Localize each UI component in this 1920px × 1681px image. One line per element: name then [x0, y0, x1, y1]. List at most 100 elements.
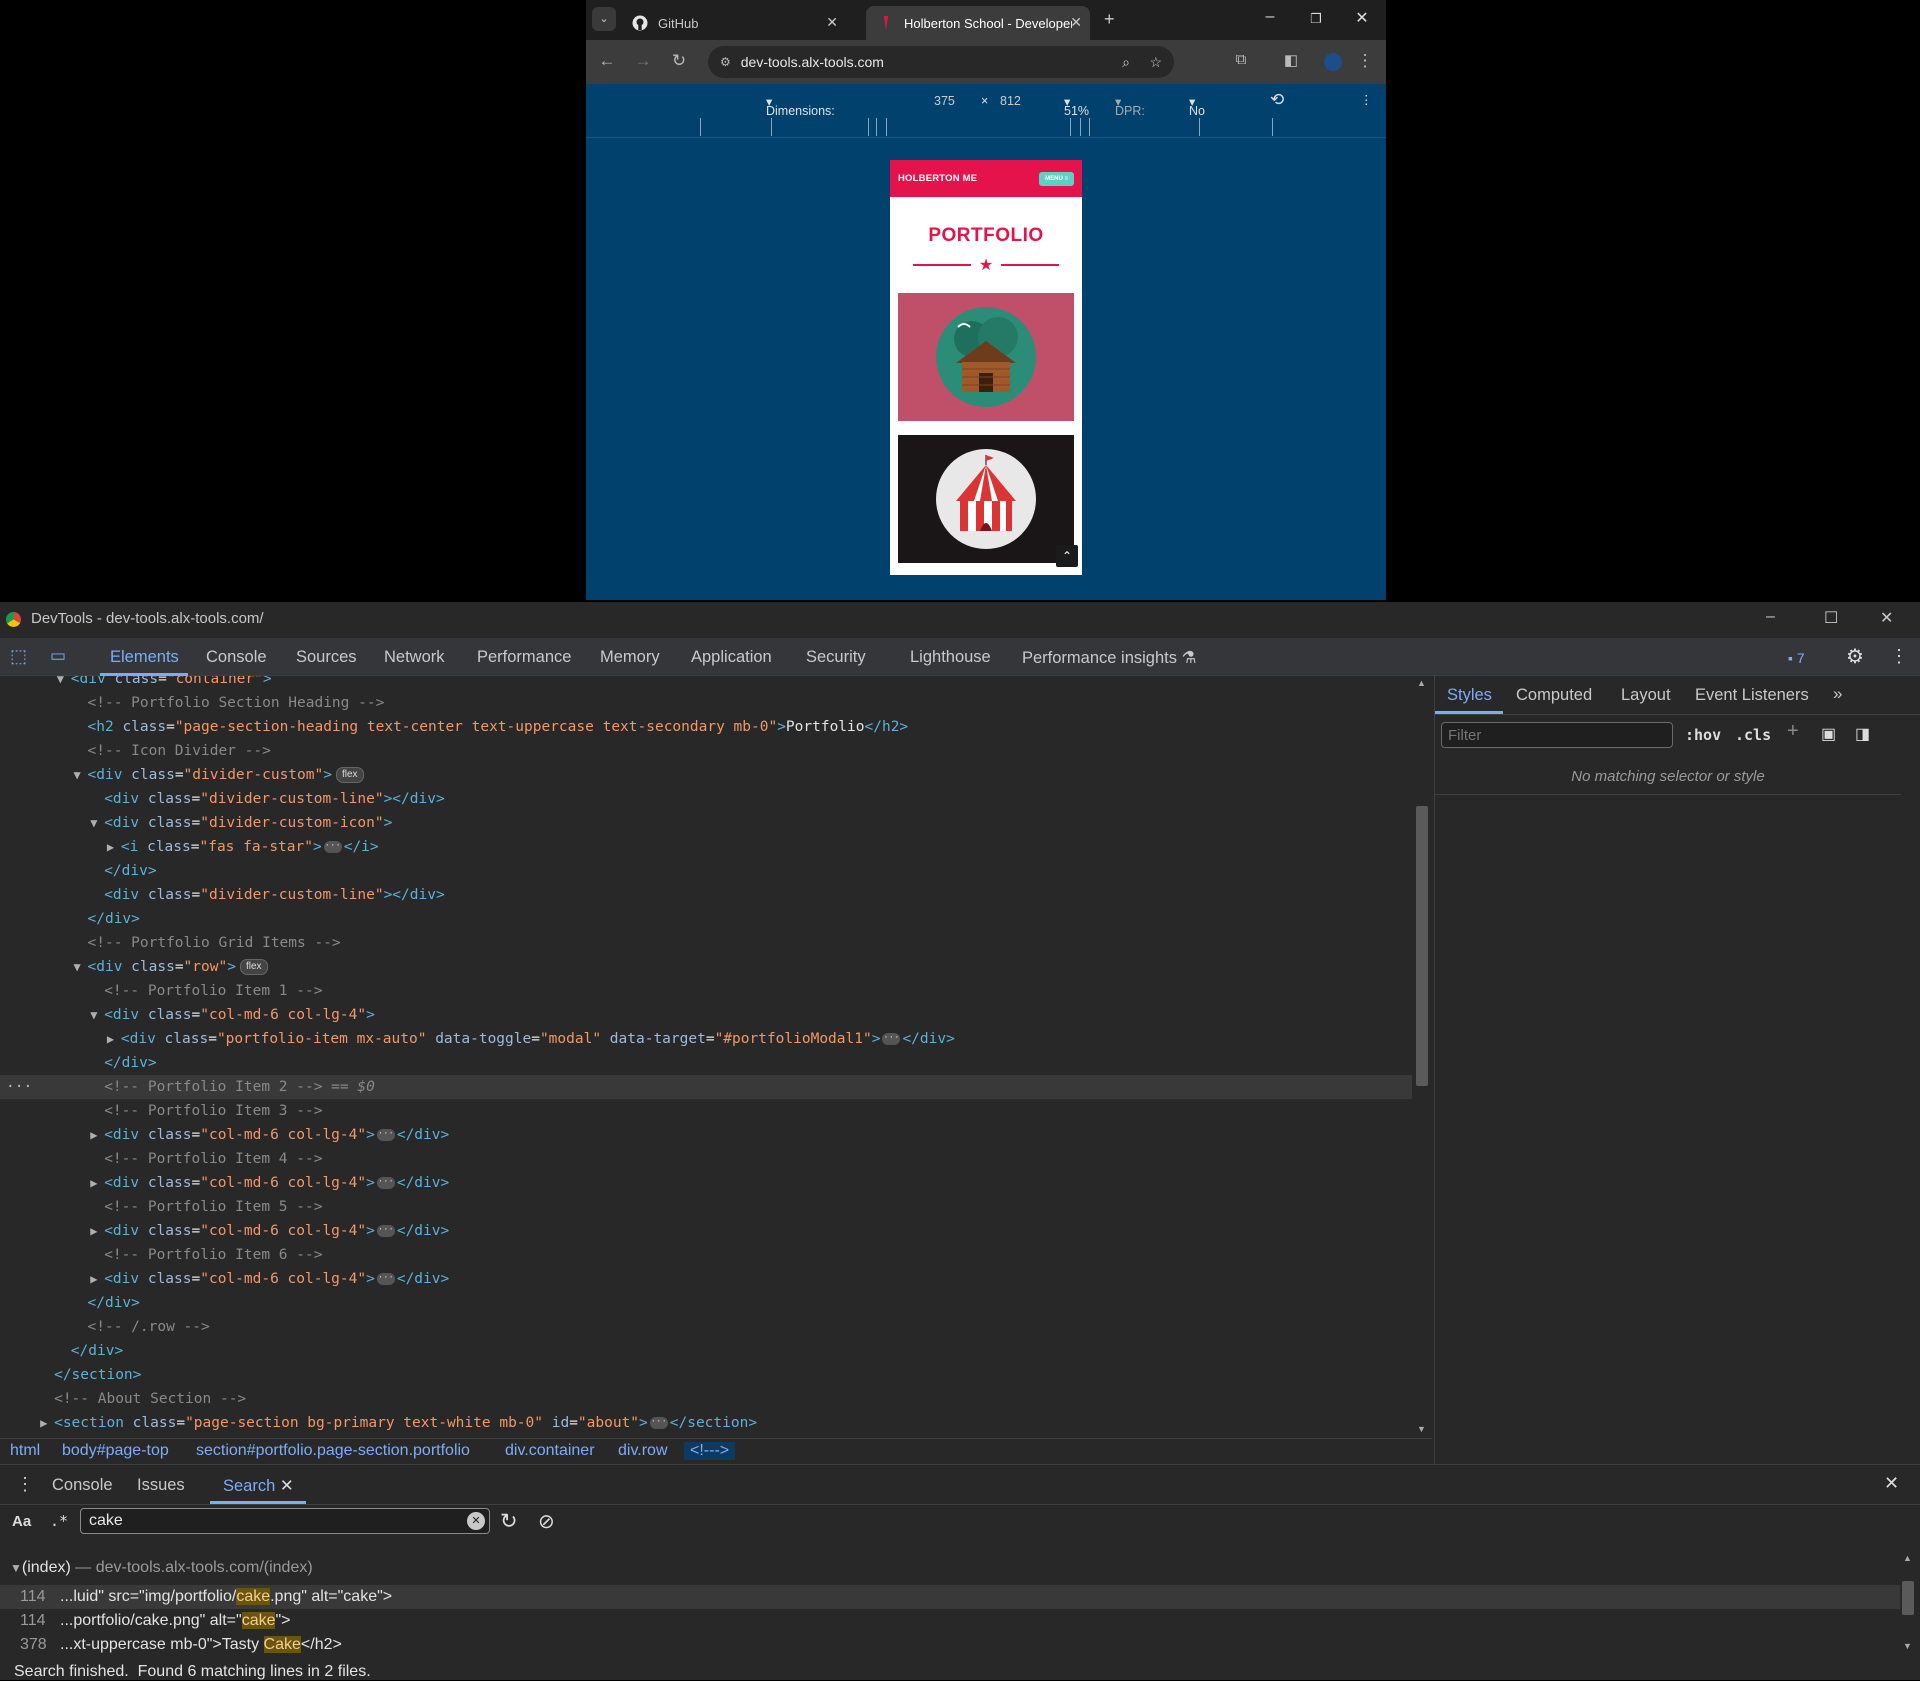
expand-triangle-icon[interactable]: ▶ — [107, 1027, 114, 1051]
restore-icon[interactable]: ❐ — [1304, 11, 1328, 27]
dom-node-line[interactable]: ▼ <div class="row"> flex — [0, 955, 1412, 979]
expand-triangle-icon[interactable]: ▼ — [74, 763, 81, 787]
maximize-icon[interactable]: ☐ — [1824, 608, 1838, 628]
new-style-rule-icon[interactable]: + — [1787, 720, 1799, 743]
tab-application[interactable]: Application — [691, 648, 772, 667]
dom-node-line[interactable]: <!-- Portfolio Section Heading --> — [0, 691, 1412, 715]
clear-results-icon[interactable]: ⊘ — [538, 1509, 555, 1534]
minimize-icon[interactable]: – — [1766, 608, 1775, 626]
tab-performance-insights[interactable]: Performance insights ⚗ — [1022, 648, 1196, 668]
breadcrumb-item[interactable]: html — [10, 1442, 40, 1460]
close-drawer-icon[interactable]: ✕ — [1884, 1473, 1899, 1494]
dom-node-line[interactable]: <h2 class="page-section-heading text-cen… — [0, 715, 1412, 739]
expand-triangle-icon[interactable]: ▶ — [90, 1219, 97, 1243]
regex-toggle[interactable]: .* — [50, 1512, 68, 1530]
dom-node-line[interactable]: ▶ <div class="portfolio-item mx-auto" dat… — [0, 1027, 1412, 1051]
tab-memory[interactable]: Memory — [600, 648, 660, 667]
more-tabs-icon[interactable]: » — [1833, 684, 1842, 704]
dom-node-line[interactable]: ▶ <div class="col-md-6 col-lg-4"> ··· </div… — [0, 1267, 1412, 1291]
device-more-icon[interactable]: ⋮ — [1360, 92, 1373, 107]
match-case-toggle[interactable]: Aa — [12, 1513, 31, 1530]
tab-search-icon[interactable]: ⌄ — [592, 7, 616, 31]
scrollbar-thumb[interactable] — [1416, 806, 1428, 1086]
portfolio-item-cabin[interactable] — [898, 293, 1074, 421]
expand-triangle-icon[interactable]: ▶ — [90, 1267, 97, 1291]
tab-layout[interactable]: Layout — [1621, 686, 1671, 705]
dom-node-line[interactable]: <!-- Portfolio Item 3 --> — [0, 1099, 1412, 1123]
reload-icon[interactable]: ↻ — [668, 51, 690, 71]
breadcrumb-item[interactable]: <!---> — [684, 1442, 736, 1460]
zoom-icon[interactable]: ⌕ — [1122, 54, 1130, 71]
close-window-icon[interactable]: ✕ — [1880, 608, 1893, 628]
results-scrollbar[interactable]: ▲ ▼ — [1900, 1553, 1916, 1653]
dom-node-line[interactable]: </div> — [0, 907, 1412, 931]
toggle-sidebar-icon[interactable]: ◨ — [1855, 724, 1870, 744]
dom-node-line[interactable]: </div> — [0, 1051, 1412, 1075]
back-icon[interactable]: ← — [596, 51, 618, 71]
throttling-dropdown[interactable]: No throttling ▾ — [1189, 94, 1237, 132]
device-toggle-icon[interactable]: ▭ — [50, 646, 66, 666]
tab-console[interactable]: Console — [206, 648, 267, 667]
minimize-icon[interactable]: – — [1258, 8, 1282, 26]
width-input[interactable]: 375 — [934, 94, 955, 108]
expand-triangle-icon[interactable]: ▶ — [40, 1411, 47, 1435]
hov-button[interactable]: :hov — [1685, 726, 1721, 744]
expand-triangle-icon[interactable]: ▼ — [90, 1003, 97, 1027]
search-result-line[interactable]: 114 ...luid" src="img/portfolio/cake.png"… — [0, 1585, 1900, 1609]
close-tab-icon[interactable]: ✕ — [280, 1477, 294, 1495]
dom-node-line[interactable]: ▶ <i class="fas fa-star"> ··· </i> — [0, 835, 1412, 859]
tab-holberton[interactable]: Holberton School - Developer ... ✕ — [866, 6, 1090, 40]
breadcrumb-item[interactable]: div.container — [505, 1442, 595, 1460]
settings-gear-icon[interactable]: ⚙ — [1846, 644, 1864, 669]
dom-node-line[interactable]: ▶ <div class="col-md-6 col-lg-4"> ··· </div… — [0, 1219, 1412, 1243]
drawer-tab-search[interactable]: Search ✕ — [223, 1476, 294, 1496]
expand-triangle-icon[interactable]: ▼ — [90, 811, 97, 835]
search-input[interactable]: cake ✕ — [80, 1508, 490, 1534]
dom-node-line[interactable]: ▶ <section class="page-section bg-primary… — [0, 1411, 1412, 1435]
dom-node-line[interactable]: </section> — [0, 1363, 1412, 1387]
address-bar[interactable]: ⚙ dev-tools.alx-tools.com ⌕ ☆ — [708, 46, 1174, 78]
clear-search-icon[interactable]: ✕ — [467, 1512, 485, 1530]
dom-node-line[interactable]: <!-- Portfolio Item 1 --> — [0, 979, 1412, 1003]
dom-node-line[interactable]: ▼ <div class="divider-custom-icon"> — [0, 811, 1412, 835]
dom-node-line[interactable]: <div class="divider-custom-line"></div> — [0, 883, 1412, 907]
close-window-icon[interactable]: ✕ — [1350, 8, 1374, 28]
tab-security[interactable]: Security — [806, 648, 866, 667]
dom-node-line[interactable]: <!-- Portfolio Item 4 --> — [0, 1147, 1412, 1171]
tab-lighthouse[interactable]: Lighthouse — [910, 648, 991, 667]
tab-computed[interactable]: Computed — [1516, 686, 1592, 705]
scroll-to-top-button[interactable]: ⌃ — [1056, 545, 1078, 567]
tab-network[interactable]: Network — [384, 648, 445, 667]
tab-styles[interactable]: Styles — [1447, 686, 1492, 705]
expand-triangle-icon[interactable]: ▶ — [90, 1123, 97, 1147]
menu-button[interactable]: MENU ≡ — [1039, 171, 1074, 186]
expand-triangle-icon[interactable]: ▶ — [107, 835, 114, 859]
extensions-icon[interactable]: ⧉ — [1230, 51, 1252, 68]
close-tab-icon[interactable]: ✕ — [826, 14, 838, 31]
elements-tree[interactable]: ▼ <div class="container"> <!-- Portfolio S… — [0, 676, 1412, 1438]
tab-sources[interactable]: Sources — [296, 648, 357, 667]
dom-node-line[interactable]: <!-- Portfolio Item 5 --> — [0, 1195, 1412, 1219]
paint-bucket-icon[interactable]: ▣ — [1821, 724, 1836, 744]
height-input[interactable]: 812 — [1000, 94, 1021, 108]
drawer-tab-console[interactable]: Console — [52, 1476, 113, 1495]
expand-triangle-icon[interactable]: ▼ — [57, 676, 64, 691]
search-result-line[interactable]: 378 ...xt-uppercase mb-0">Tasty Cake</h2> — [0, 1633, 1900, 1657]
dom-node-line[interactable]: ▶ <div class="col-md-6 col-lg-4"> ··· </div… — [0, 1123, 1412, 1147]
rotate-icon[interactable]: ⟲ — [1270, 90, 1284, 110]
dom-node-line[interactable]: ··· <!-- Portfolio Item 2 --> == $0 — [0, 1075, 1412, 1099]
drawer-menu-icon[interactable]: ⋮ — [16, 1474, 34, 1495]
breadcrumb-item[interactable]: div.row — [618, 1442, 668, 1460]
dom-node-line[interactable]: </div> — [0, 1339, 1412, 1363]
dom-node-line[interactable]: <!-- /.row --> — [0, 1315, 1412, 1339]
devtools-menu-icon[interactable]: ⋮ — [1890, 646, 1908, 667]
browser-menu-icon[interactable]: ⋮ — [1354, 51, 1376, 71]
dom-node-line[interactable]: ▼ <div class="container"> — [0, 676, 1412, 691]
more-actions-icon[interactable]: ··· — [6, 1075, 32, 1099]
dom-node-line[interactable]: ▶ <div class="col-md-6 col-lg-4"> ··· </div… — [0, 1171, 1412, 1195]
dom-node-line[interactable]: ▼ <div class="col-md-6 col-lg-4"> — [0, 1003, 1412, 1027]
breadcrumb-item[interactable]: section#portfolio.page-section.portfolio — [196, 1442, 470, 1460]
portfolio-item-circus[interactable] — [898, 435, 1074, 563]
site-info-icon[interactable]: ⚙ — [720, 55, 731, 69]
tab-event-listeners[interactable]: Event Listeners — [1695, 686, 1809, 705]
